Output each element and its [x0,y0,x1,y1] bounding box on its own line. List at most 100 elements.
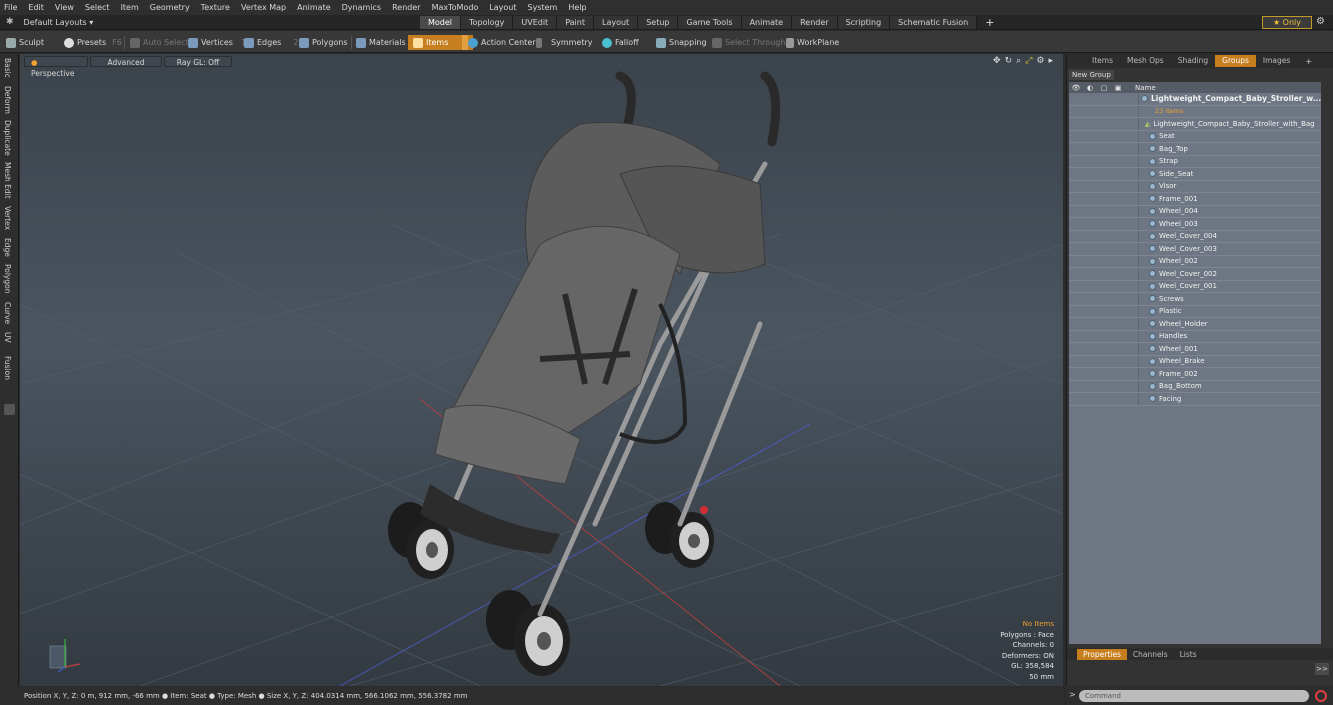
menu-item-file[interactable]: File [4,3,17,12]
panel-tab-items[interactable]: Items [1085,55,1120,67]
record-icon[interactable] [1315,690,1327,702]
bottom-tab-properties[interactable]: Properties [1077,648,1127,660]
menu-item-animate[interactable]: Animate [297,3,331,12]
left-tab-vertex[interactable]: Vertex [3,206,12,230]
menu-item-help[interactable]: Help [568,3,586,12]
list-item[interactable]: Plastic [1069,305,1321,318]
menu-item-maxtomodo[interactable]: MaxToModo [432,3,479,12]
tab-model[interactable]: Model [420,16,462,29]
visibility-column-icon[interactable]: 👁 [1069,84,1083,92]
bottom-tab-channels[interactable]: Channels [1127,649,1174,660]
mesh-row[interactable]: ◭ Lightweight_Compact_Baby_Stroller_with_… [1069,118,1321,131]
menu-item-edit[interactable]: Edit [28,3,44,12]
list-item[interactable]: Bag_Top [1069,143,1321,156]
list-item[interactable]: Wheel_Brake [1069,355,1321,368]
left-tab-duplicate[interactable]: Duplicate [3,120,12,156]
menu-item-geometry[interactable]: Geometry [150,3,190,12]
left-tab-uv[interactable]: UV [3,332,12,343]
left-tab-deform[interactable]: Deform [3,86,12,114]
new-group-button[interactable]: New Group [1069,70,1114,80]
panel-tab-mesh-ops[interactable]: Mesh Ops [1120,55,1171,67]
presets-button[interactable]: Presets F6 [64,35,122,50]
menu-item-system[interactable]: System [528,3,558,12]
tab-game-tools[interactable]: Game Tools [678,16,742,29]
list-item[interactable]: Weel_Cover_001 [1069,280,1321,293]
edges-button[interactable]: Edges 2 [244,35,298,50]
left-tab-basic[interactable]: Basic [3,58,12,78]
tab-paint[interactable]: Paint [557,16,594,29]
tab-uvedit[interactable]: UVEdit [513,16,558,29]
stroller-model[interactable] [388,71,781,676]
tab-setup[interactable]: Setup [638,16,679,29]
3d-viewport[interactable]: ● Perspective Advanced Ray GL: Off ✥ ↻ ⌕… [20,54,1063,686]
layout-selector[interactable]: ✱ Default Layouts ▾ [6,17,93,27]
vertices-button[interactable]: Vertices1 [188,35,246,50]
left-tab-mesh-edit[interactable]: Mesh Edit [3,162,12,199]
tab-animate[interactable]: Animate [741,16,793,29]
render-column-icon[interactable]: ◐ [1083,84,1097,92]
select-through-button[interactable]: Select Through [712,35,785,50]
sculpt-button[interactable]: Sculpt [6,35,44,50]
tab-render[interactable]: Render [792,16,838,29]
panel-tab-images[interactable]: Images [1256,55,1297,67]
list-item[interactable]: Screws [1069,293,1321,306]
menu-item-view[interactable]: View [55,3,74,12]
add-panel-tab-icon[interactable]: + [1305,57,1312,66]
panel-tab-shading[interactable]: Shading [1171,55,1215,67]
list-item-toggles [1069,343,1139,355]
tab-schematic-fusion[interactable]: Schematic Fusion [890,16,978,29]
menu-item-render[interactable]: Render [392,3,420,12]
menu-item-dynamics[interactable]: Dynamics [342,3,381,12]
menu-item-texture[interactable]: Texture [201,3,230,12]
menu-item-layout[interactable]: Layout [489,3,516,12]
select-column-icon[interactable]: ▣ [1111,84,1125,92]
left-tab-edge[interactable]: Edge [3,238,12,257]
list-item[interactable]: Weel_Cover_002 [1069,268,1321,281]
bottom-tab-lists[interactable]: Lists [1174,649,1203,660]
polygons-button[interactable]: Polygons [299,35,348,50]
list-item[interactable]: Bag_Bottom [1069,380,1321,393]
menu-item-item[interactable]: Item [121,3,139,12]
left-panel-toggle-icon[interactable] [4,404,15,415]
list-item[interactable]: Wheel_003 [1069,218,1321,231]
list-item[interactable]: Wheel_004 [1069,205,1321,218]
list-item[interactable]: Weel_Cover_003 [1069,243,1321,256]
tab-scripting[interactable]: Scripting [837,16,891,29]
tab-layout[interactable]: Layout [593,16,639,29]
list-item[interactable]: Wheel_001 [1069,343,1321,356]
items-button[interactable]: Items [408,35,474,50]
list-item[interactable]: Handles [1069,330,1321,343]
menu-item-vertex-map[interactable]: Vertex Map [241,3,286,12]
list-item[interactable]: Wheel_Holder [1069,318,1321,331]
symmetry-button[interactable]: Symmetry [536,35,592,50]
list-item[interactable]: Wheel_002 [1069,255,1321,268]
left-tab-fusion[interactable]: Fusion [3,356,12,380]
tab-topology[interactable]: Topology [461,16,514,29]
falloff-button[interactable]: Falloff [602,35,639,50]
list-item[interactable]: Seat [1069,130,1321,143]
left-tab-polygon[interactable]: Polygon [3,264,12,293]
auto-select-button[interactable]: Auto Select [130,35,189,50]
gear-icon[interactable]: ⚙ [1316,16,1325,27]
list-item[interactable]: Side_Seat [1069,168,1321,181]
list-item[interactable]: Frame_001 [1069,193,1321,206]
workplane-button[interactable]: WorkPlane [786,35,839,50]
action-center-button[interactable]: Action Center [468,35,536,50]
only-button[interactable]: ★ Only [1262,16,1312,29]
add-tab-icon[interactable]: + [977,16,1002,29]
snapping-button[interactable]: Snapping [656,35,707,50]
group-row-toggles[interactable] [1069,93,1139,105]
command-input[interactable]: Command [1079,690,1309,702]
menu-item-select[interactable]: Select [85,3,110,12]
left-tab-curve[interactable]: Curve [3,302,12,324]
list-item[interactable]: Weel_Cover_004 [1069,230,1321,243]
list-item[interactable]: Visor [1069,180,1321,193]
list-item[interactable]: Strap [1069,155,1321,168]
lock-column-icon[interactable]: ▢ [1097,84,1111,92]
materials-button[interactable]: Materials [356,35,406,50]
panel-tab-groups[interactable]: Groups [1215,55,1256,67]
expand-button[interactable]: >> [1315,663,1329,675]
list-item[interactable]: Frame_002 [1069,368,1321,381]
list-item[interactable]: Facing [1069,393,1321,406]
group-row[interactable]: Lightweight_Compact_Baby_Stroller_w... [1069,93,1321,106]
